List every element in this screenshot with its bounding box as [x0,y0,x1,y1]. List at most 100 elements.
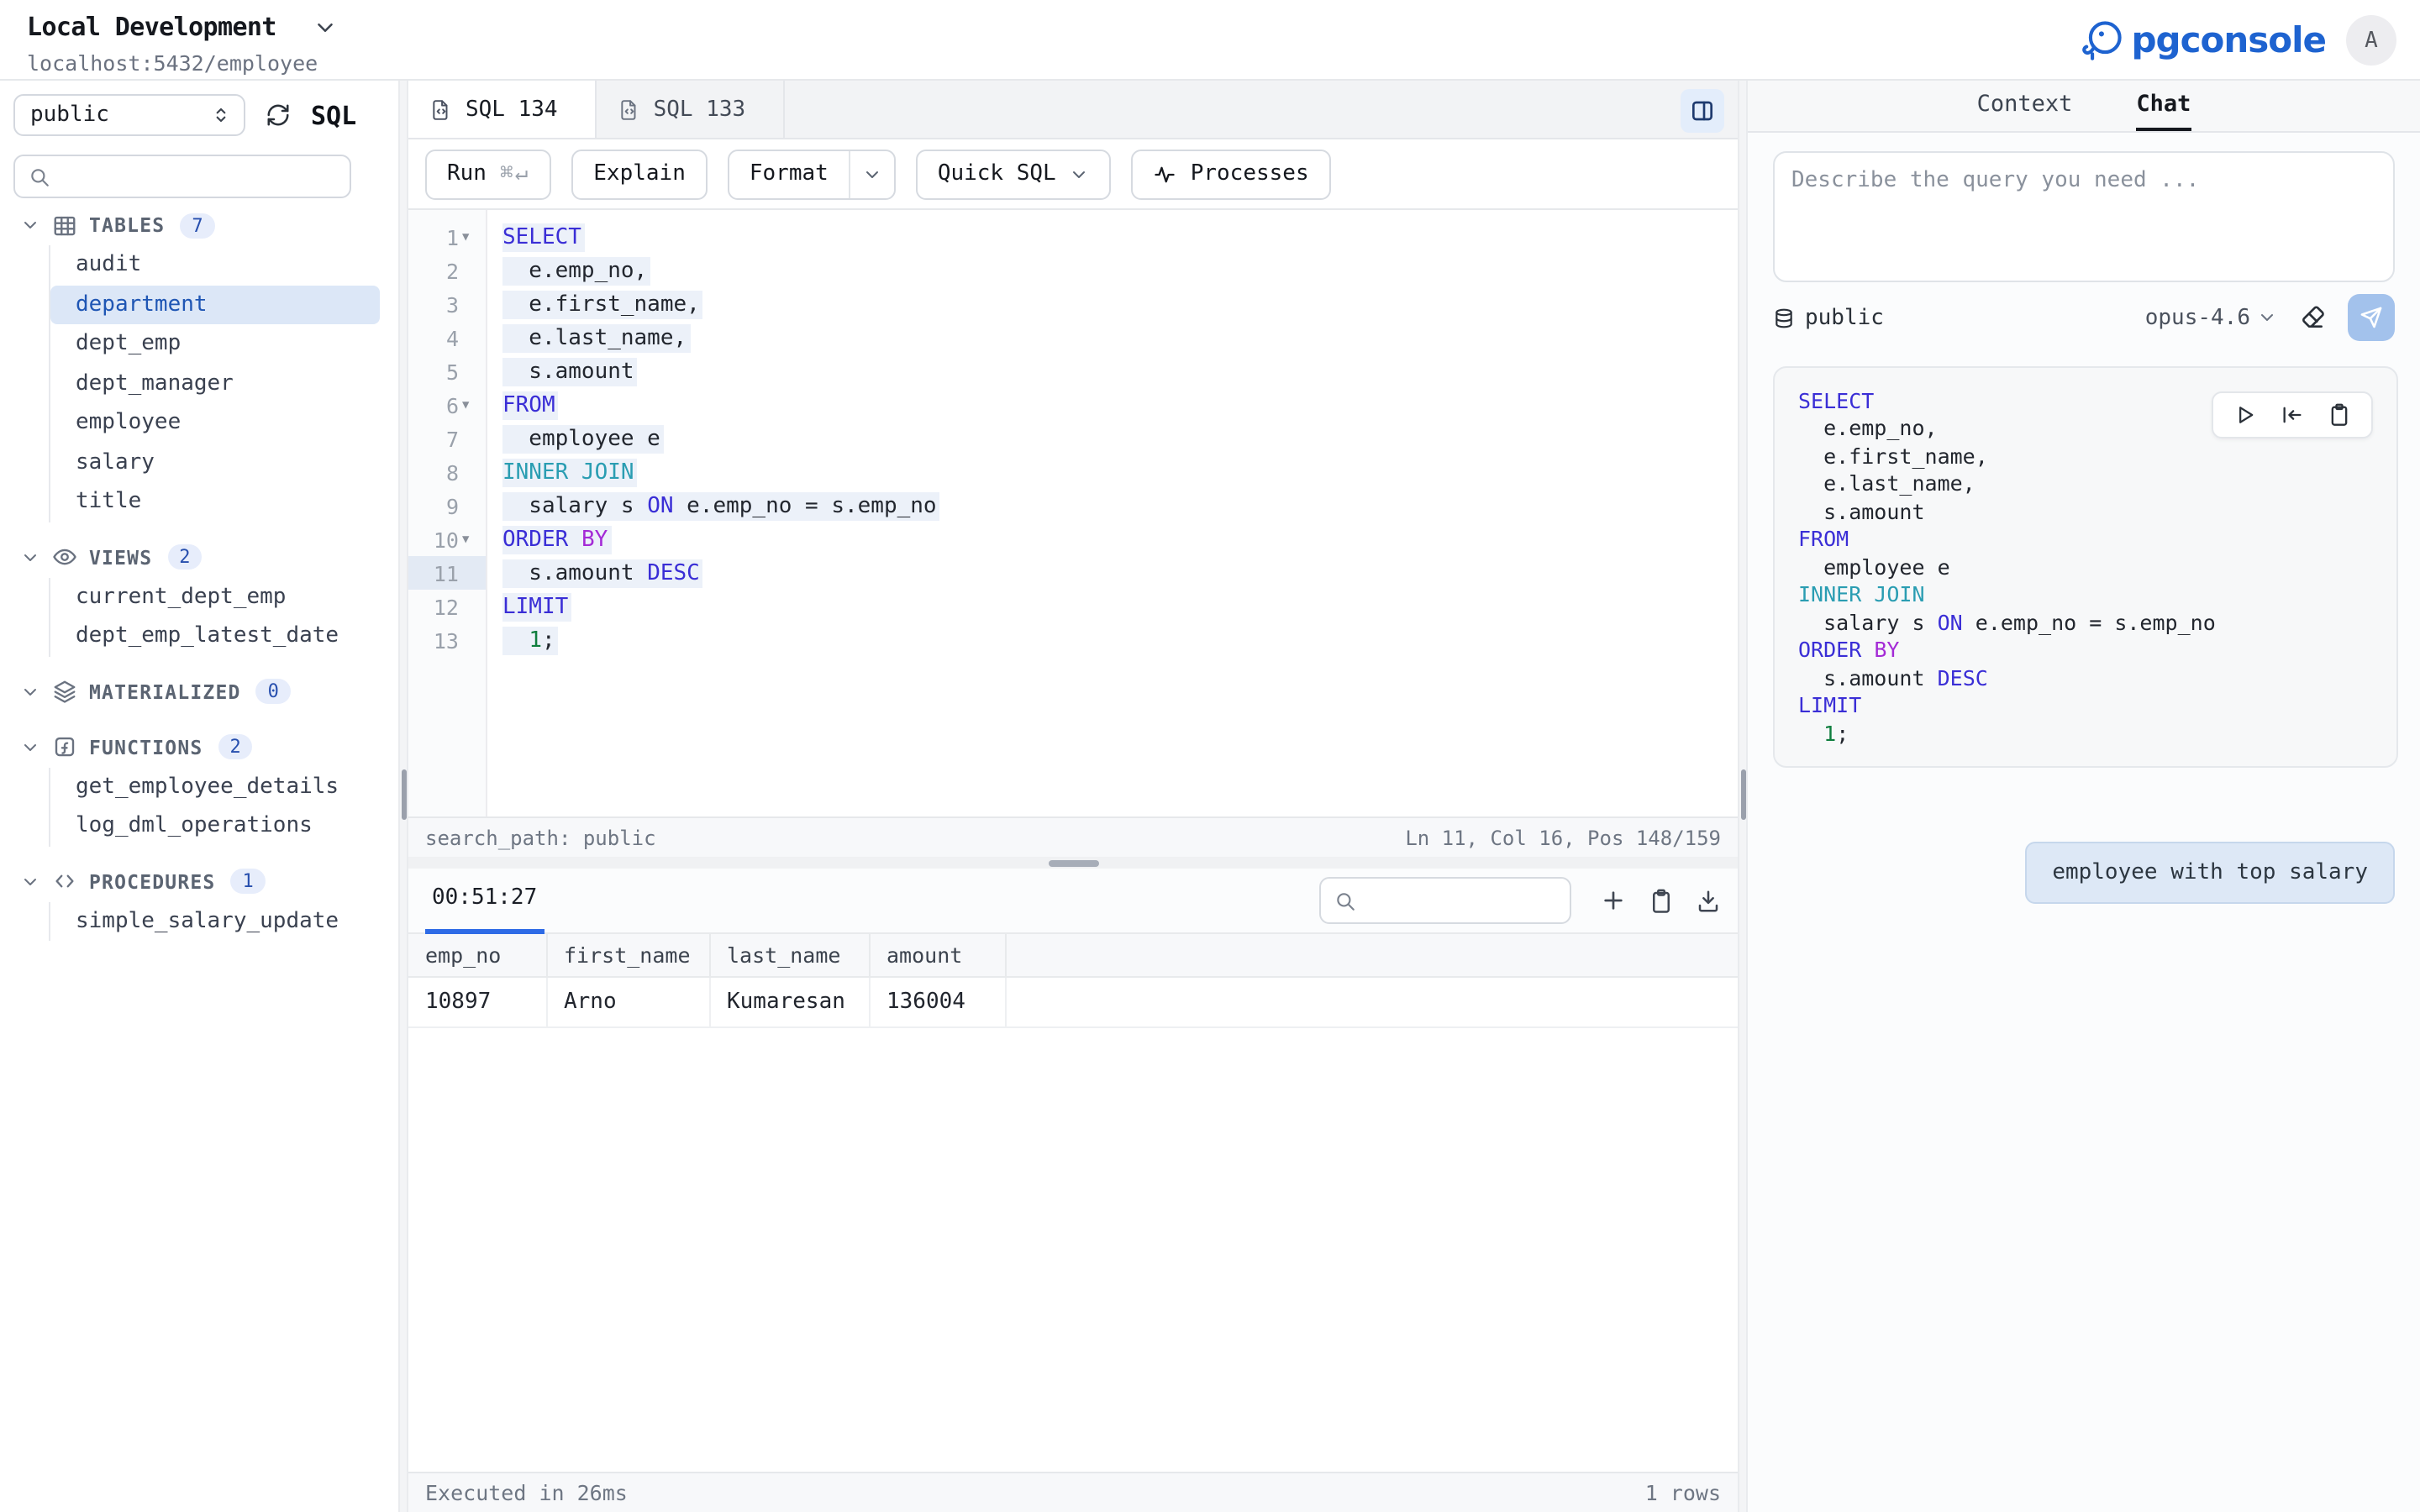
row-count: 1 rows [1645,1480,1721,1505]
line-number-9[interactable]: 9 [408,489,486,522]
tab-sql-134[interactable]: SQL 134 [408,81,597,138]
code-line-9: salary s ON e.emp_no = s.emp_no [1798,608,2373,636]
results-table: emp_nofirst_namelast_nameamount 10897Arn… [408,934,1738,1027]
editor-code[interactable]: SELECT e.emp_no, e.first_name, e.last_na… [487,210,1738,816]
tree-item-audit[interactable]: audit [50,245,380,285]
app-window: Local Development localhost:5432/employe… [0,0,2420,1512]
split-view-button[interactable] [1681,89,1724,133]
code-line-11: s.amount DESC [502,556,1738,590]
section-header-functions[interactable]: FUNCTIONS2 [0,727,398,767]
fold-marker-icon[interactable]: ▼ [462,533,477,546]
section-header-materialized[interactable]: MATERIALIZED0 [0,671,398,711]
sidebar-resize-divider[interactable] [398,81,408,1512]
avatar[interactable]: A [2346,15,2396,66]
line-number-5[interactable]: 5 [408,354,486,388]
line-number-7[interactable]: 7 [408,422,486,455]
code-line-4: e.last_name, [502,321,1738,354]
fold-marker-icon[interactable]: ▼ [462,230,477,244]
line-number-4[interactable]: 4 [408,321,486,354]
fold-marker-icon[interactable]: ▼ [462,398,477,412]
section-items: auditdepartmentdept_empdept_manageremplo… [49,245,398,522]
results-search-input[interactable] [1366,889,1556,912]
section-header-tables[interactable]: TABLES7 [0,205,398,245]
tree-item-department[interactable]: department [50,285,380,324]
line-number-6[interactable]: 6▼ [408,388,486,422]
tree-item-current_dept_emp[interactable]: current_dept_emp [50,577,380,617]
download-results-icon[interactable] [1696,888,1721,913]
refresh-icon[interactable] [266,102,291,128]
send-plane-icon [2360,306,2383,329]
send-button[interactable] [2348,294,2395,341]
chat-schema-context[interactable]: public [1773,305,1884,330]
sidebar-sql-toggle[interactable]: SQL [311,100,356,130]
results-tab[interactable]: 00:51:27 [425,868,544,933]
column-header-emp_no[interactable]: emp_no [408,934,546,976]
tab-sql-133[interactable]: SQL 133 [597,81,785,138]
table-cell[interactable]: Arno [546,976,709,1026]
processes-button[interactable]: Processes [1132,149,1331,199]
section-header-procedures[interactable]: PROCEDURES1 [0,861,398,901]
insert-to-editor-icon[interactable] [2281,403,2304,427]
add-result-tab-icon[interactable] [1600,887,1627,914]
copy-results-icon[interactable] [1649,888,1674,913]
tree-item-log_dml_operations[interactable]: log_dml_operations [50,806,380,846]
chat-resize-divider[interactable] [1738,81,1748,1512]
quick-sql-button[interactable]: Quick SQL [916,149,1112,199]
sidebar-resize-handle[interactable] [402,769,407,820]
tab-context[interactable]: Context [1977,81,2073,131]
column-header-amount[interactable]: amount [869,934,1005,976]
line-number-11[interactable]: 11 [408,556,486,590]
section-header-views[interactable]: VIEWS2 [0,537,398,577]
sql-editor[interactable]: 1▼23456▼78910▼111213 SELECT e.emp_no, e.… [408,210,1738,816]
table-row[interactable]: 10897ArnoKumaresan136004 [408,976,1738,1026]
column-header-last_name[interactable]: last_name [709,934,869,976]
code-line-8: INNER JOIN [1798,580,2373,608]
sidebar-search[interactable] [13,155,351,198]
sidebar-search-input[interactable] [60,164,336,189]
explain-label: Explain [593,161,686,186]
results-search[interactable] [1319,877,1571,924]
run-snippet-icon[interactable] [2233,403,2257,427]
schema-select-value: public [30,102,109,128]
run-button[interactable]: Run ⌘↵ [425,149,551,199]
chat-prompt-input[interactable] [1791,168,2376,265]
schema-select[interactable]: public [13,94,245,136]
format-caret[interactable] [849,150,894,197]
results-resize-divider[interactable] [408,857,1738,869]
explain-button[interactable]: Explain [571,149,708,199]
tree-item-get_employee_details[interactable]: get_employee_details [50,767,380,806]
results-resize-handle[interactable] [1048,860,1098,866]
eye-icon [52,544,77,570]
tree-item-dept_emp_latest_date[interactable]: dept_emp_latest_date [50,617,380,656]
chat-prompt-box[interactable] [1773,151,2395,282]
tree-item-employee[interactable]: employee [50,403,380,443]
code-line-1: SELECT [502,220,1738,254]
clear-chat-eraser-icon[interactable] [2299,304,2326,331]
code-line-9: salary s ON e.emp_no = s.emp_no [502,489,1738,522]
line-number-3[interactable]: 3 [408,287,486,321]
assistant-tab-bar: Context Chat [1748,81,2420,133]
tree-item-dept_manager[interactable]: dept_manager [50,364,380,403]
line-number-8[interactable]: 8 [408,455,486,489]
code-line-3: e.first_name, [1798,442,2373,470]
tree-item-salary[interactable]: salary [50,443,380,482]
table-cell[interactable]: Kumaresan [709,976,869,1026]
line-number-2[interactable]: 2 [408,254,486,287]
tree-item-title[interactable]: title [50,482,380,522]
model-select[interactable]: opus-4.6 [2145,305,2277,330]
line-number-10[interactable]: 10▼ [408,522,486,556]
line-number-1[interactable]: 1▼ [408,220,486,254]
format-button[interactable]: Format [728,149,896,199]
tab-chat[interactable]: Chat [2136,81,2191,131]
chat-resize-handle[interactable] [1741,769,1746,820]
tree-item-dept_emp[interactable]: dept_emp [50,324,380,364]
table-cell[interactable]: 10897 [408,976,546,1026]
chevron-down-icon[interactable] [313,14,339,39]
tree-item-simple_salary_update[interactable]: simple_salary_update [50,901,380,941]
column-header-first_name[interactable]: first_name [546,934,709,976]
line-number-13[interactable]: 13 [408,623,486,657]
copy-snippet-icon[interactable] [2328,403,2351,427]
table-cell[interactable]: 136004 [869,976,1005,1026]
format-label[interactable]: Format [729,150,849,197]
line-number-12[interactable]: 12 [408,590,486,623]
